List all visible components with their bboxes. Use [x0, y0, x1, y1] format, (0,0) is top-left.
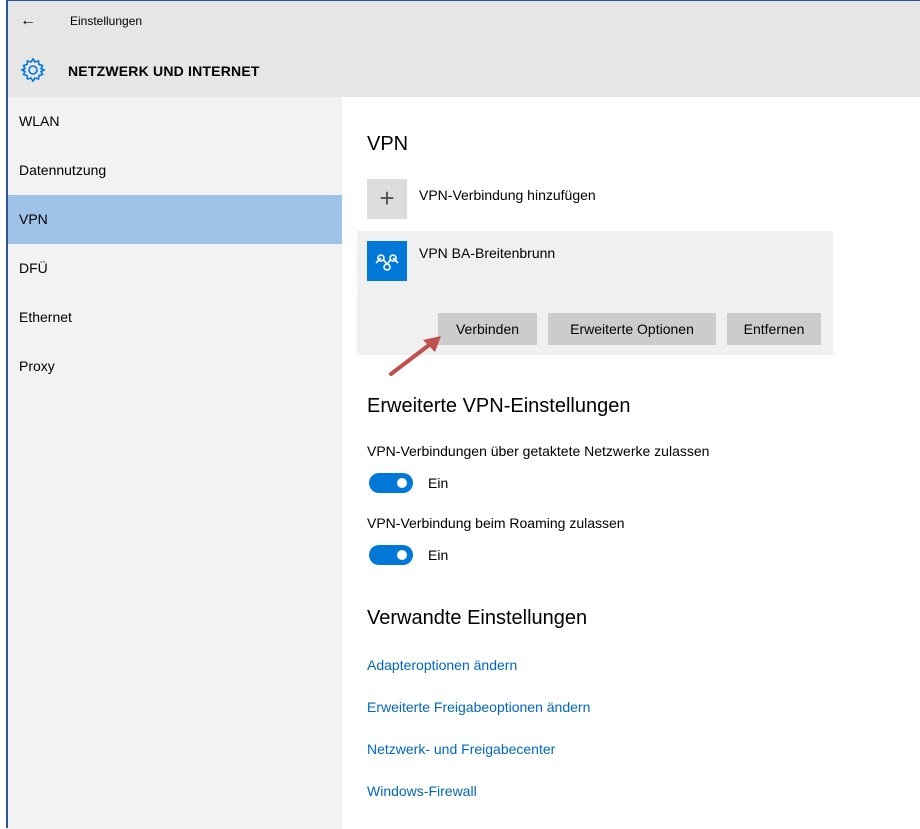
vpn-connection-name: VPN BA-Breitenbrunn: [419, 245, 556, 261]
add-vpn-connection-label: VPN-Verbindung hinzufügen: [419, 187, 596, 203]
sidebar-item-datennutzung[interactable]: Datennutzung: [8, 146, 342, 195]
remove-button[interactable]: Entfernen: [727, 313, 821, 345]
roaming-state: Ein: [428, 547, 449, 563]
link-advanced-sharing[interactable]: Erweiterte Freigabeoptionen ändern: [367, 699, 590, 715]
title-bar: ← Einstellungen: [8, 1, 920, 47]
main-content: VPN + VPN-Verbindung hinzufügen VPN BA-B…: [342, 97, 920, 829]
advanced-options-button[interactable]: Erweiterte Optionen: [548, 313, 716, 345]
vpn-heading: VPN: [367, 133, 409, 155]
link-network-sharing-center[interactable]: Netzwerk- und Freigabecenter: [367, 741, 555, 757]
link-windows-firewall[interactable]: Windows-Firewall: [367, 783, 477, 799]
roaming-label: VPN-Verbindung beim Roaming zulassen: [367, 515, 625, 531]
roaming-toggle[interactable]: [369, 545, 413, 565]
sidebar: WLAN Datennutzung VPN DFÜ Ethernet Proxy: [8, 97, 342, 829]
back-arrow-icon[interactable]: ←: [18, 11, 38, 31]
connect-button[interactable]: Verbinden: [438, 313, 537, 345]
window-title: Einstellungen: [70, 14, 143, 28]
link-adapter-options[interactable]: Adapteroptionen ändern: [367, 657, 517, 673]
sidebar-item-dfue[interactable]: DFÜ: [8, 244, 342, 293]
vpn-icon: [367, 241, 407, 281]
page-title: NETZWERK UND INTERNET: [68, 63, 260, 79]
advanced-vpn-settings-heading: Erweiterte VPN-Einstellungen: [367, 395, 631, 417]
metered-networks-state: Ein: [428, 475, 449, 491]
annotation-arrow-icon: [389, 336, 441, 376]
sidebar-item-proxy[interactable]: Proxy: [8, 342, 342, 391]
metered-networks-toggle[interactable]: [369, 473, 413, 493]
sidebar-item-wlan[interactable]: WLAN: [8, 97, 342, 146]
related-settings-heading: Verwandte Einstellungen: [367, 607, 588, 629]
plus-icon: +: [367, 179, 407, 219]
metered-networks-label: VPN-Verbindungen über getaktete Netzwerk…: [367, 443, 710, 459]
settings-window: ← Einstellungen NETZWERK UND INTERNET WL…: [6, 0, 920, 829]
sidebar-item-ethernet[interactable]: Ethernet: [8, 293, 342, 342]
toggle-knob: [397, 550, 407, 560]
section-header: NETZWERK UND INTERNET: [8, 47, 920, 97]
toggle-knob: [397, 478, 407, 488]
gear-icon: [20, 57, 46, 83]
sidebar-item-vpn[interactable]: VPN: [8, 195, 342, 244]
